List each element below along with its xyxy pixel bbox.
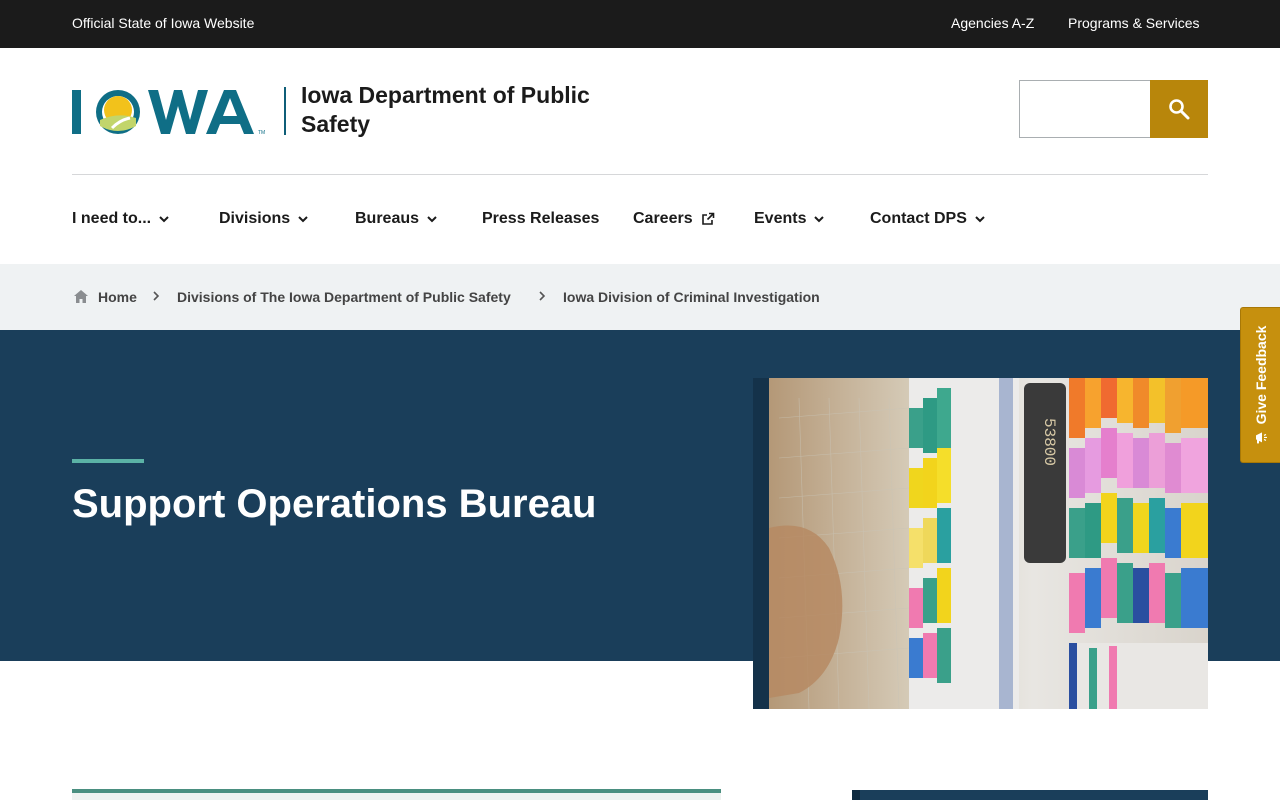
- chevron-down-icon: [814, 215, 825, 222]
- nav-press-releases[interactable]: Press Releases: [482, 210, 599, 228]
- nav-label: Careers: [633, 210, 693, 227]
- main-nav: I need to... Divisions Bureaus Press Rel…: [0, 175, 1280, 264]
- chevron-right-icon: [153, 291, 160, 301]
- breadcrumb: Home Divisions of The Iowa Department of…: [0, 264, 1280, 330]
- home-icon: [74, 290, 88, 303]
- nav-bureaus[interactable]: Bureaus: [355, 210, 437, 228]
- breadcrumb-divisions[interactable]: Divisions of The Iowa Department of Publ…: [177, 289, 511, 305]
- nav-label: I need to...: [72, 210, 152, 227]
- agencies-a-z-link[interactable]: Agencies A-Z: [951, 15, 1034, 31]
- breadcrumb-dci[interactable]: Iowa Division of Criminal Investigation: [563, 289, 820, 305]
- search-icon: [1169, 99, 1190, 120]
- nav-label: Contact DPS: [870, 210, 967, 227]
- iowa-logo-mark: TM: [72, 90, 265, 136]
- nav-divisions[interactable]: Divisions: [219, 210, 308, 228]
- folder-label-number: 53800: [1040, 418, 1058, 466]
- megaphone-icon: [1255, 432, 1267, 444]
- nav-events[interactable]: Events: [754, 210, 825, 228]
- chevron-down-icon: [159, 215, 169, 222]
- nav-label: Events: [754, 210, 807, 227]
- programs-services-link[interactable]: Programs & Services: [1068, 15, 1199, 31]
- nav-label: Divisions: [219, 210, 291, 227]
- site-header: TM Iowa Department of Public Safety: [0, 48, 1280, 174]
- search-button[interactable]: [1150, 80, 1208, 138]
- official-site-label: Official State of Iowa Website: [72, 15, 255, 31]
- file-folders-image: 53800: [769, 378, 1208, 709]
- chevron-right-icon: [539, 291, 546, 301]
- hero-photo-file-folders: 53800: [769, 378, 1208, 709]
- logo-divider: [284, 87, 286, 135]
- nav-contact-dps[interactable]: Contact DPS: [870, 210, 985, 228]
- give-feedback-tab[interactable]: Give Feedback: [1240, 307, 1280, 463]
- hero-accent-bar: [72, 459, 144, 463]
- nav-label: Press Releases: [482, 210, 600, 227]
- page-title: Support Operations Bureau: [72, 482, 597, 526]
- search-input[interactable]: [1019, 80, 1151, 138]
- chevron-down-icon: [298, 215, 308, 222]
- chevron-down-icon: [427, 215, 437, 222]
- nav-label: Bureaus: [355, 210, 420, 227]
- content-card: [72, 789, 721, 800]
- external-link-icon: [701, 212, 714, 225]
- feedback-label: Give Feedback: [1252, 325, 1269, 425]
- sidebar-card: [852, 790, 1208, 800]
- svg-text:TM: TM: [258, 130, 265, 136]
- iowa-logo[interactable]: TM: [72, 88, 272, 136]
- feedback-label-wrap: Give Feedback: [1253, 326, 1269, 445]
- breadcrumb-home[interactable]: Home: [98, 289, 137, 305]
- utility-bar: Official State of Iowa Website Agencies …: [0, 0, 1280, 48]
- nav-i-need-to[interactable]: I need to...: [72, 210, 169, 228]
- chevron-down-icon: [975, 215, 985, 222]
- agency-name[interactable]: Iowa Department of Public Safety: [301, 81, 641, 139]
- nav-careers[interactable]: Careers: [633, 210, 715, 228]
